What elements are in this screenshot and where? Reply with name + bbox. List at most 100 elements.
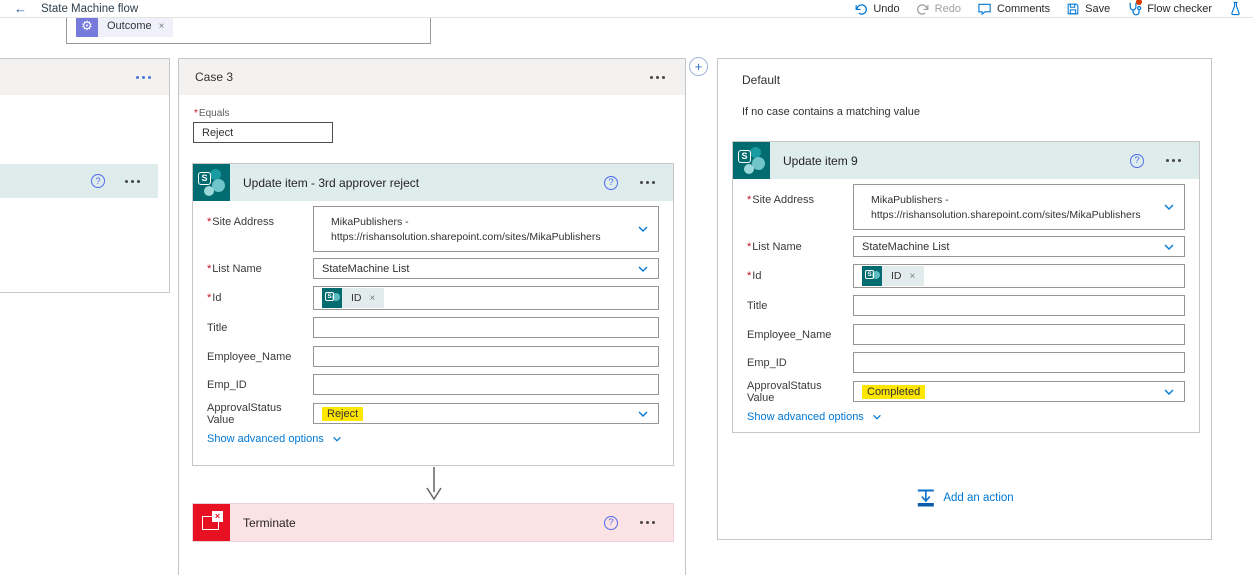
chevron-down-icon[interactable] [1162,200,1176,214]
outcome-token-label: Outcome [107,20,152,32]
case-panel-partial: ? [0,58,170,293]
id-label: *Id [747,270,762,282]
emp-id-input[interactable] [313,374,659,395]
approval-status-value: Reject [322,406,364,421]
undo-button[interactable]: Undo [854,2,900,16]
site-address-input[interactable]: MikaPublishers - https://rishansolution.… [853,184,1185,230]
help-icon[interactable]: ? [91,174,105,188]
title-input[interactable] [853,295,1185,316]
case-3-title: Case 3 [195,70,234,84]
id-input[interactable]: S ID × [853,264,1185,288]
id-input[interactable]: S ID × [313,286,659,310]
terminate-card[interactable]: × Terminate ? [192,503,674,542]
chevron-down-icon [872,414,881,420]
approval-status-label: ApprovalStatus Value [207,401,282,426]
case-3-header[interactable]: Case 3 [179,59,685,95]
action-menu-button[interactable] [1162,155,1185,166]
update-item-reject-card: S Update item - 3rd approver reject ? *S… [192,163,674,466]
title-label: Title [747,299,768,312]
remove-token-icon[interactable]: × [159,21,165,32]
site-address-label: *Site Address [747,194,815,206]
terminate-icon: × [193,504,230,541]
action-menu-button[interactable] [636,177,659,188]
case-partial-header[interactable] [0,59,169,95]
back-button[interactable]: ← [10,1,31,17]
chevron-down-icon[interactable] [636,222,650,236]
id-token[interactable]: S ID × [322,288,385,308]
chevron-down-icon[interactable] [1162,240,1176,254]
emp-id-label: Emp_ID [747,356,787,369]
action-title: Update item 9 [783,153,858,168]
sharepoint-icon: S [322,288,342,308]
sharepoint-icon: S [193,164,230,201]
employee-name-input[interactable] [313,346,659,367]
plus-icon: + [694,59,703,74]
power-automate-designer: ⚙ Outcome × ? Case 3 *Equals Reject S Up… [0,0,1253,575]
list-name-label: *List Name [747,240,802,253]
connector-arrow [426,467,442,501]
help-icon[interactable]: ? [1130,153,1144,168]
add-an-action-button[interactable]: Add an action [915,489,1014,507]
comments-button[interactable]: Comments [977,1,1050,16]
title-label: Title [207,321,228,334]
action-card-header-partial[interactable]: ? [0,164,158,198]
id-token[interactable]: S ID × [862,266,925,286]
site-address-input[interactable]: MikaPublishers - https://rishansolution.… [313,206,659,252]
case-3-menu-button[interactable] [646,72,669,83]
help-icon[interactable]: ? [604,515,618,530]
equals-value: Reject [202,126,234,139]
approval-status-value: Completed [862,384,926,399]
emp-id-input[interactable] [853,352,1185,373]
test-button[interactable] [1228,1,1243,16]
action-title: Update item - 3rd approver reject [243,175,420,190]
equals-label: *Equals [194,108,230,119]
redo-icon [916,3,929,15]
back-icon: ← [14,0,27,16]
default-subtitle: If no case contains a matching value [742,106,920,118]
emp-id-label: Emp_ID [207,378,247,391]
command-bar: ← State Machine flow Undo Redo Comments … [0,0,1253,18]
action-menu-button[interactable] [121,176,144,187]
case-partial-menu-button[interactable] [132,72,155,83]
chevron-down-icon[interactable] [636,407,650,421]
flow-title: State Machine flow [41,2,139,15]
site-address-label: *Site Address [207,216,275,228]
help-icon[interactable]: ? [604,175,618,190]
employee-name-label: Employee_Name [747,328,832,341]
remove-token-icon[interactable]: × [910,271,916,282]
approvals-icon: ⚙ [76,15,98,37]
remove-token-icon[interactable]: × [370,293,376,304]
update-item-9-header[interactable]: S Update item 9 ? [733,142,1199,179]
update-item-reject-header[interactable]: S Update item - 3rd approver reject ? [193,164,673,201]
chevron-down-icon[interactable] [636,262,650,276]
approval-status-label: ApprovalStatus Value [747,379,822,404]
show-advanced-options-link[interactable]: Show advanced options [747,411,883,423]
show-advanced-options-link[interactable]: Show advanced options [207,433,343,445]
approval-status-input[interactable]: Reject [313,403,659,424]
test-flask-icon [1231,1,1240,16]
flow-checker-button[interactable]: Flow checker [1126,0,1212,16]
redo-button[interactable]: Redo [916,2,961,16]
comments-icon [978,3,991,16]
save-icon [1067,3,1079,14]
update-item-9-card: S Update item 9 ? *Site Address MikaPubl… [732,141,1200,433]
sharepoint-icon: S [733,142,770,179]
approval-status-input[interactable]: Completed [853,381,1185,402]
chevron-down-icon[interactable] [1162,385,1176,399]
terminate-menu-button[interactable] [636,517,659,528]
equals-input[interactable]: Reject [193,122,333,143]
list-name-input[interactable]: StateMachine List [313,258,659,279]
list-name-label: *List Name [207,262,262,275]
save-button[interactable]: Save [1066,2,1110,16]
employee-name-input[interactable] [853,324,1185,345]
list-name-input[interactable]: StateMachine List [853,236,1185,257]
undo-icon [855,3,868,15]
terminate-title: Terminate [243,515,296,530]
chevron-down-icon [332,436,341,442]
sharepoint-icon: S [862,266,882,286]
title-input[interactable] [313,317,659,338]
add-action-icon [917,489,934,507]
outcome-token[interactable]: ⚙ Outcome × [76,15,174,37]
id-label: *Id [207,292,222,304]
add-case-button[interactable]: + [689,57,708,76]
